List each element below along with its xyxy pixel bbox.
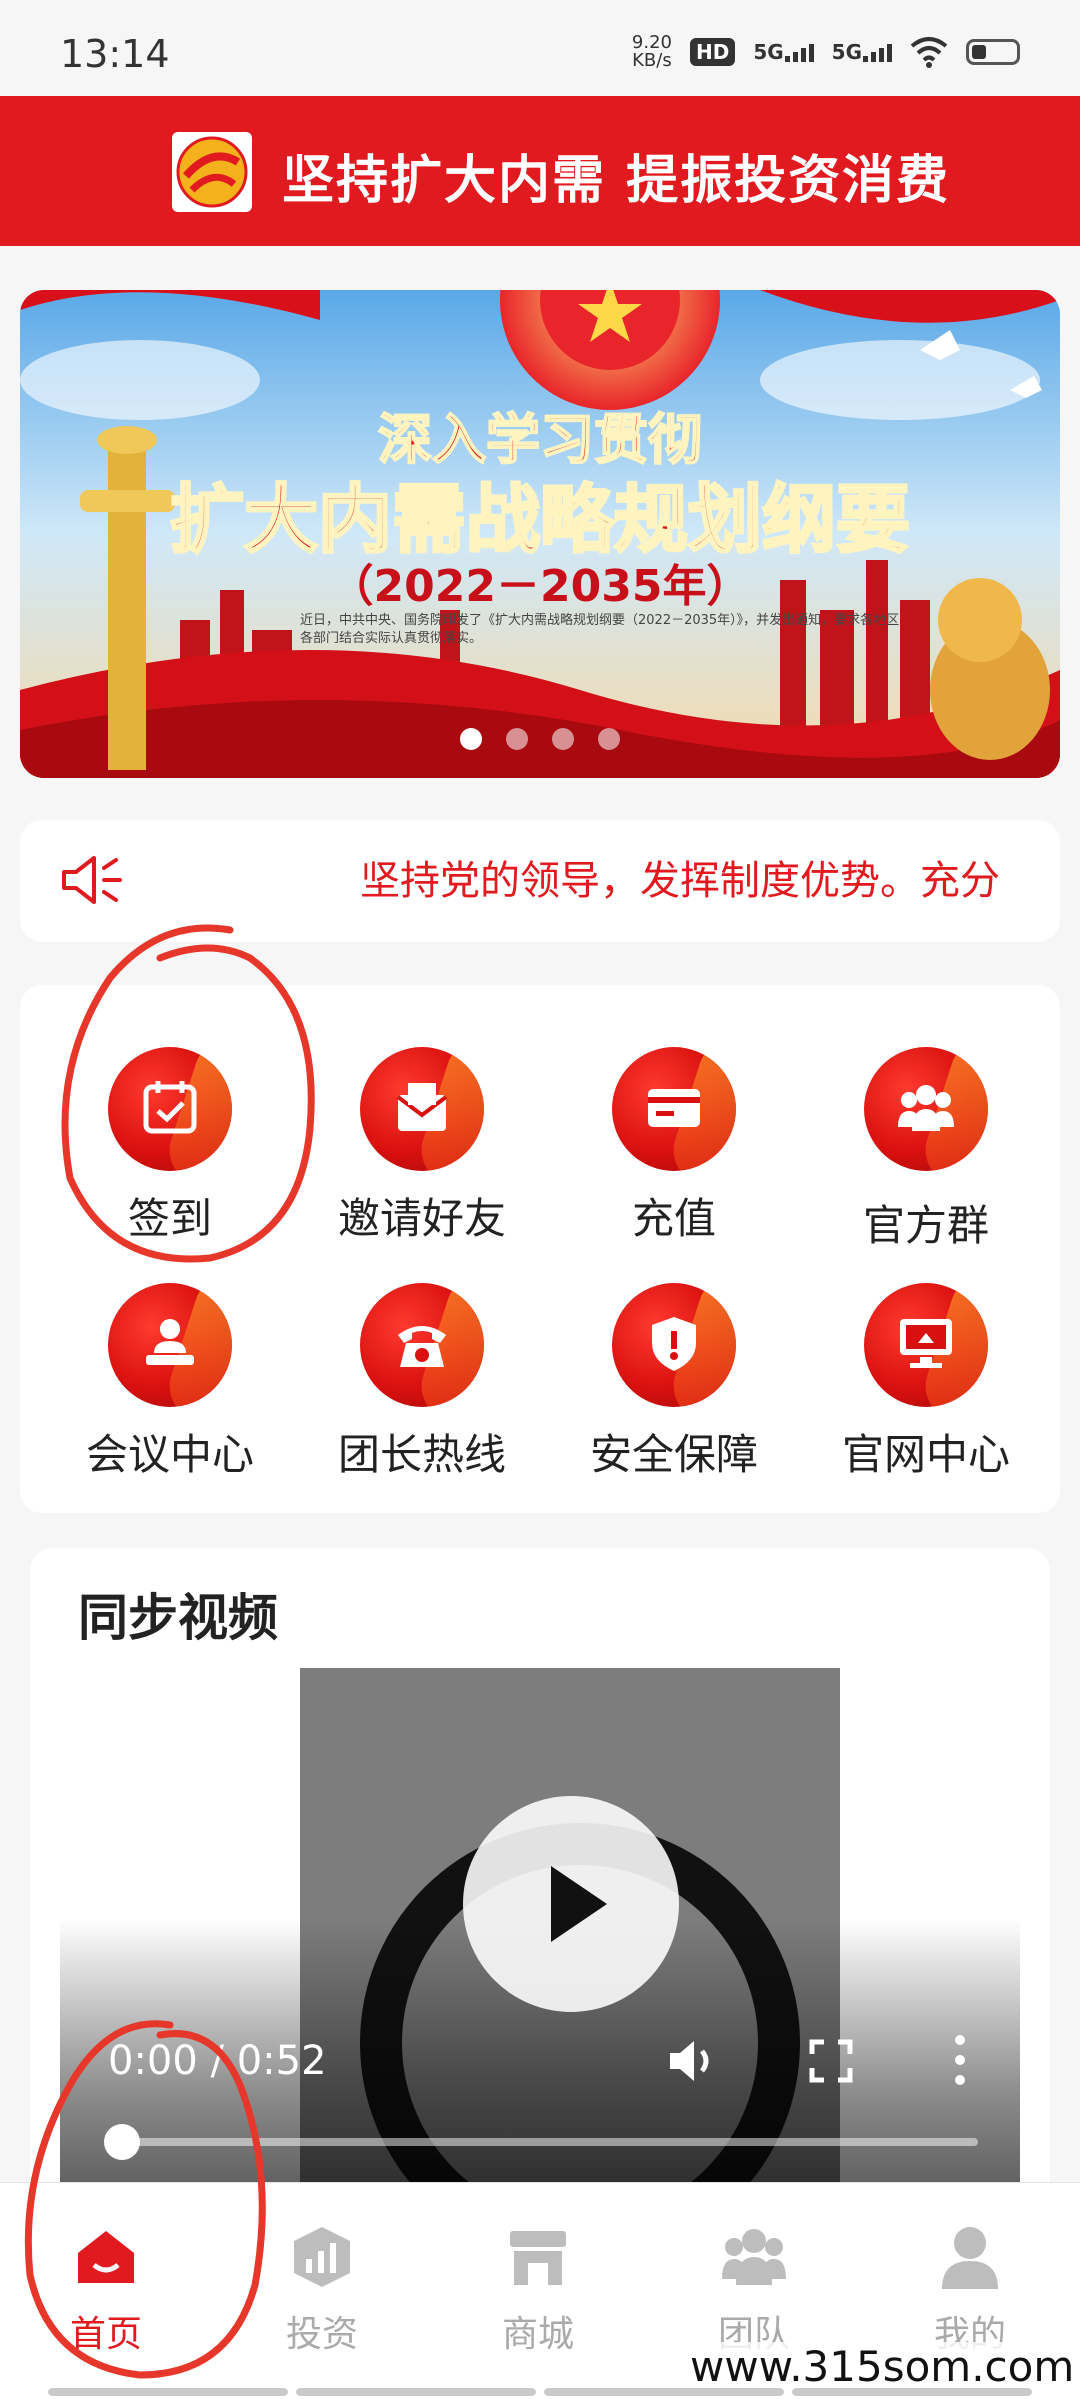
video-section-title: 同步视频 <box>78 1589 278 1647</box>
banner-caption: 近日，中共中央、国务院印发了《扩大内需战略规划纲要（2022－2035年）》，并… <box>300 613 900 646</box>
nav-item-store[interactable]: 商城 <box>458 2223 618 2363</box>
user-icon <box>942 2227 998 2289</box>
watermark: www.315som.com <box>690 2342 1075 2391</box>
volume-icon[interactable] <box>664 2033 720 2089</box>
menu-label: 官网中心 <box>841 1430 1010 1479</box>
carousel-dot-4[interactable] <box>598 728 620 750</box>
menu-item-recharge[interactable]: 充值 <box>564 1047 784 1247</box>
menu-label: 邀请好友 <box>337 1194 506 1243</box>
battery-icon <box>966 39 1020 65</box>
annotation-circle-checkin <box>61 924 315 1263</box>
banner-headline-3: （2022－2035年） <box>329 561 751 612</box>
menu-label: 团长热线 <box>337 1430 506 1479</box>
phone-icon <box>360 1283 484 1407</box>
menu-item-hotline[interactable]: 团长热线 <box>312 1283 532 1483</box>
menu-label: 充值 <box>631 1194 716 1243</box>
home-indicator <box>0 2388 1080 2400</box>
annotation-circle-home <box>24 2020 266 2379</box>
envelope-icon <box>360 1047 484 1171</box>
meeting-icon <box>108 1283 232 1407</box>
fullscreen-icon[interactable] <box>808 2038 854 2084</box>
app-logo <box>172 132 252 212</box>
signal-5g-icon: 5G <box>753 40 814 64</box>
menu-item-website[interactable]: 官网中心 <box>816 1283 1036 1483</box>
chart-icon <box>294 2227 350 2287</box>
network-speed: 9.20 KB/s <box>632 34 672 70</box>
menu-item-security[interactable]: 安全保障 <box>564 1283 784 1483</box>
header-title: 坚持扩大内需 提振投资消费 <box>282 151 951 211</box>
carousel-dot-2[interactable] <box>506 728 528 750</box>
nav-label: 商城 <box>501 2314 574 2355</box>
signal-2-label: 5G <box>831 40 862 64</box>
card-icon <box>612 1047 736 1171</box>
menu-label: 安全保障 <box>589 1430 758 1479</box>
status-icons: 9.20 KB/s HD 5G 5G <box>632 34 1020 70</box>
speaker-icon <box>62 856 122 904</box>
carousel-dot-1[interactable] <box>460 728 482 750</box>
menu-item-official-group[interactable]: 官方群 <box>816 1047 1036 1250</box>
signal-1-label: 5G <box>753 40 784 64</box>
carousel-dot-3[interactable] <box>552 728 574 750</box>
shield-icon <box>612 1283 736 1407</box>
status-time: 13:14 <box>60 32 170 76</box>
hd-badge: HD <box>689 38 736 66</box>
store-icon <box>510 2231 566 2285</box>
monitor-icon <box>864 1283 988 1407</box>
menu-label: 官方群 <box>862 1201 989 1250</box>
menu-label: 会议中心 <box>85 1430 254 1479</box>
team-icon <box>722 2229 786 2285</box>
menu-item-invite[interactable]: 邀请好友 <box>312 1047 532 1247</box>
signal-5g-icon-2: 5G <box>832 40 892 64</box>
menu-item-meeting-center[interactable]: 会议中心 <box>60 1283 280 1483</box>
network-speed-unit: KB/s <box>632 50 672 71</box>
wifi-icon <box>910 37 948 68</box>
group-icon <box>864 1047 988 1171</box>
more-options-icon[interactable] <box>950 2030 970 2090</box>
carousel-dots <box>20 728 1060 750</box>
status-bar: 13:14 9.20 KB/s HD 5G 5G <box>0 0 1080 96</box>
play-button[interactable] <box>463 1796 679 2012</box>
notice-marquee-text: 坚持党的领导，发挥制度优势。充分 <box>360 858 1000 904</box>
promo-banner[interactable]: 深入学习贯彻 扩大内需战略规划纲要 （2022－2035年） 近日，中共中央、国… <box>20 290 1060 778</box>
